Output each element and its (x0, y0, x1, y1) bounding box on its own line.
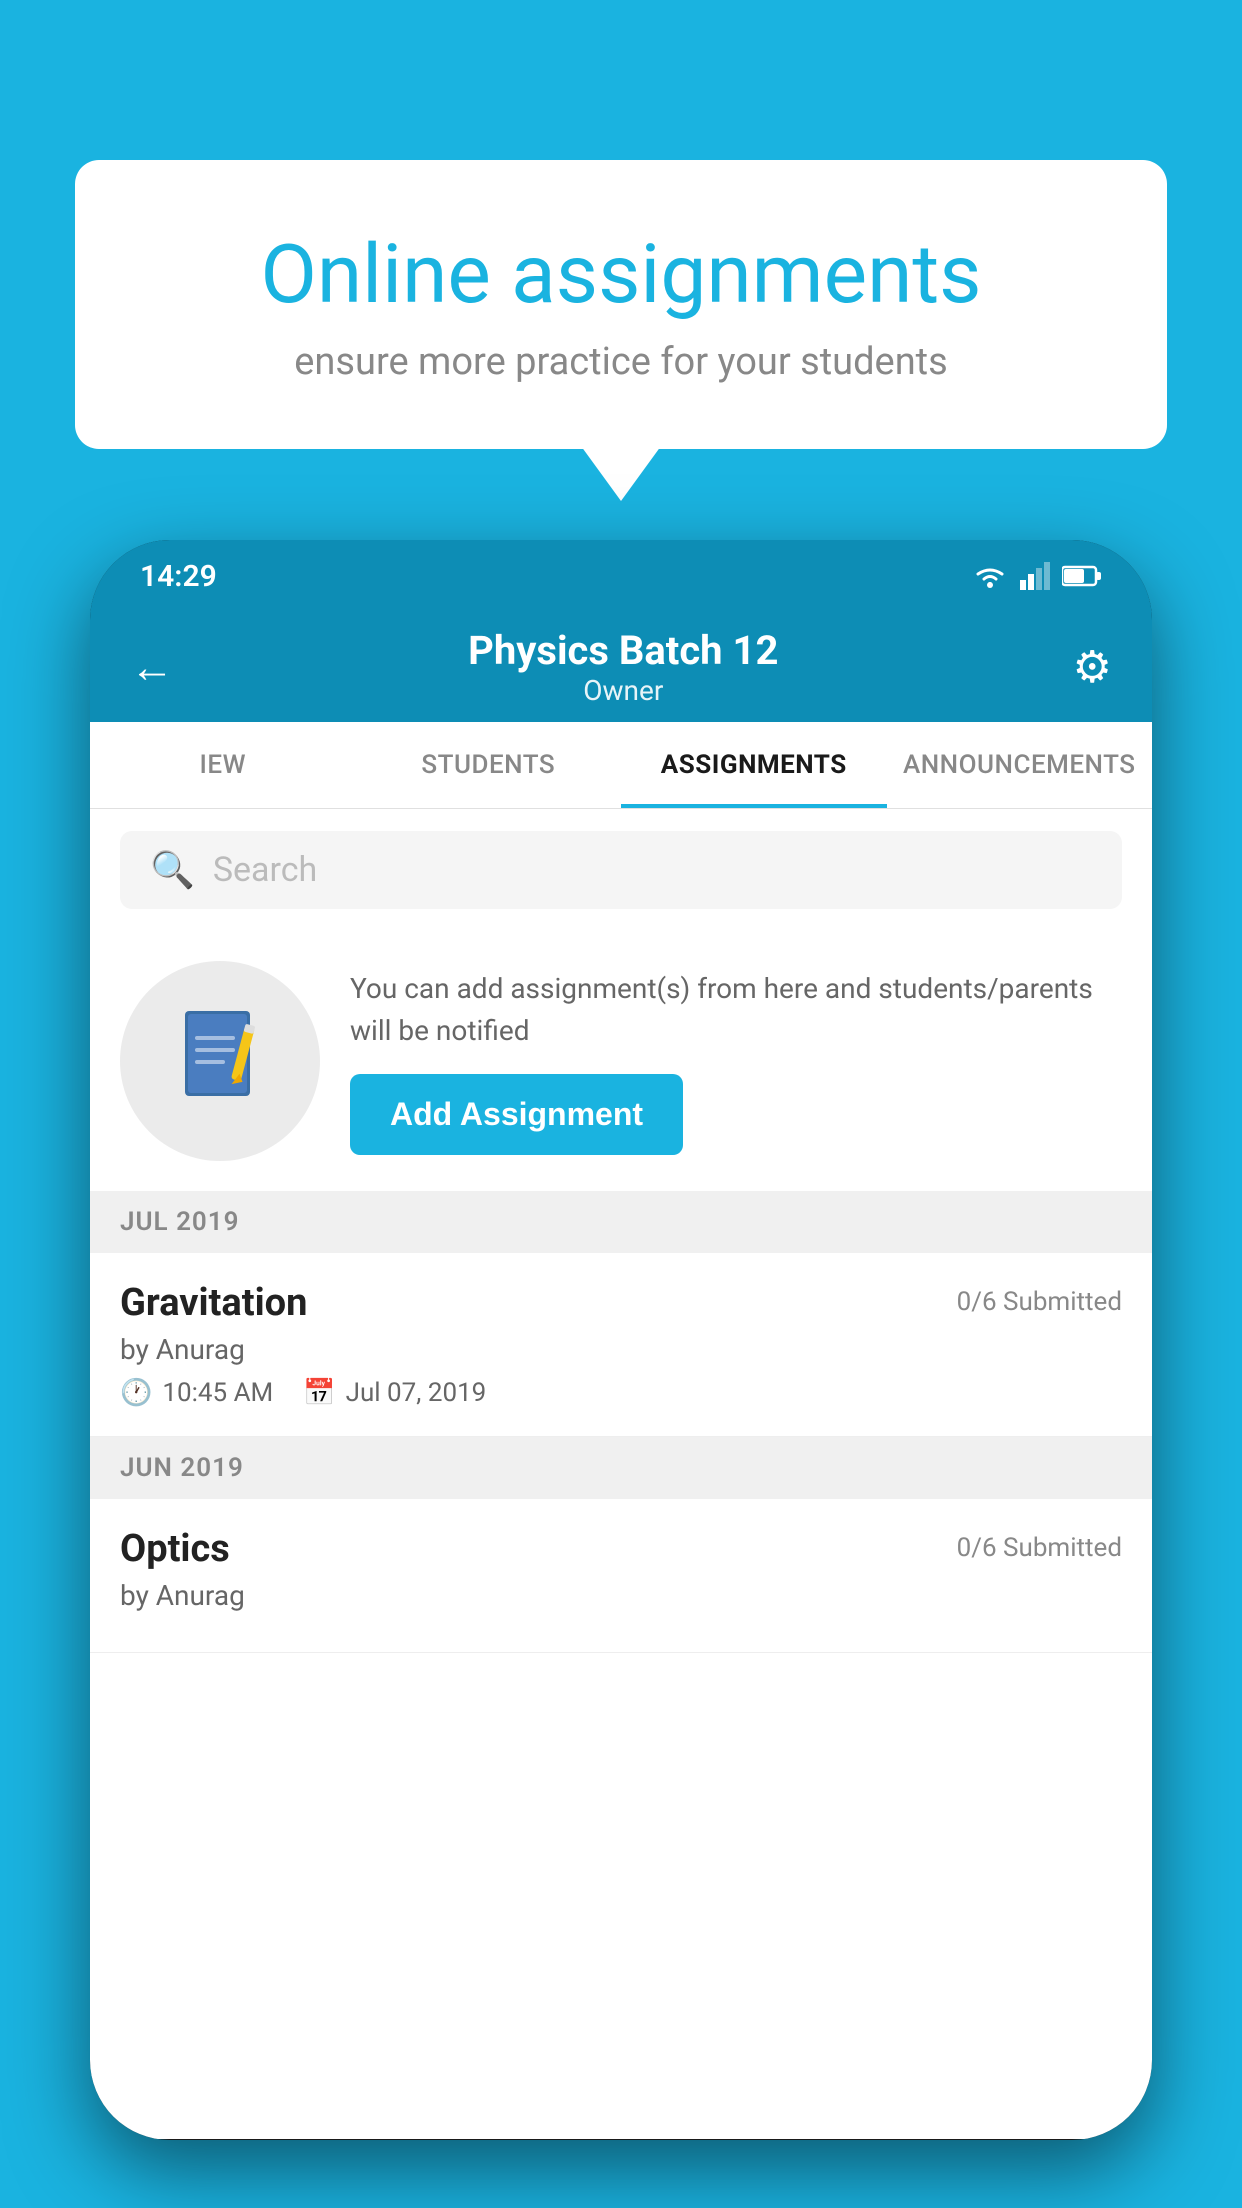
tab-students[interactable]: STUDENTS (356, 722, 622, 808)
tab-announcements[interactable]: ANNOUNCEMENTS (887, 722, 1153, 808)
search-placeholder: Search (213, 850, 317, 890)
tabs-container: IEW STUDENTS ASSIGNMENTS ANNOUNCEMENTS (90, 722, 1152, 809)
signal-icon (1020, 562, 1050, 590)
assignment-header-gravitation: Gravitation 0/6 Submitted (120, 1281, 1122, 1325)
month-header-jun: JUN 2019 (90, 1437, 1152, 1499)
phone-device: 14:29 (90, 540, 1152, 2140)
promo-section: You can add assignment(s) from here and … (90, 931, 1152, 1191)
notebook-icon (170, 1006, 270, 1116)
search-bar-container: 🔍 Search (90, 809, 1152, 931)
assignment-date-gravitation: 📅 Jul 07, 2019 (303, 1378, 486, 1408)
speech-bubble-subtitle: ensure more practice for your students (135, 340, 1107, 384)
settings-button[interactable]: ⚙ (1073, 641, 1112, 693)
add-assignment-button[interactable]: Add Assignment (350, 1074, 683, 1155)
status-bar: 14:29 (90, 540, 1152, 612)
header-subtitle: Owner (468, 674, 778, 707)
wifi-icon (972, 562, 1008, 590)
assignment-name-gravitation: Gravitation (120, 1281, 307, 1325)
clock-icon: 🕐 (120, 1378, 152, 1408)
month-header-jul: JUL 2019 (90, 1191, 1152, 1253)
speech-bubble: Online assignments ensure more practice … (75, 160, 1167, 449)
month-label-jun: JUN 2019 (120, 1453, 244, 1483)
promo-description: You can add assignment(s) from here and … (350, 968, 1122, 1052)
status-icons (972, 562, 1102, 590)
header-title: Physics Batch 12 (468, 627, 778, 674)
tab-assignments[interactable]: ASSIGNMENTS (621, 722, 887, 808)
assignment-meta-gravitation: 🕐 10:45 AM 📅 Jul 07, 2019 (120, 1378, 1122, 1408)
assignment-submitted-optics: 0/6 Submitted (957, 1533, 1122, 1563)
search-icon: 🔍 (150, 849, 195, 891)
assignment-submitted-gravitation: 0/6 Submitted (957, 1287, 1122, 1317)
speech-bubble-title: Online assignments (135, 230, 1107, 320)
promo-text-area: You can add assignment(s) from here and … (350, 968, 1122, 1155)
search-bar[interactable]: 🔍 Search (120, 831, 1122, 909)
promo-icon-circle (120, 961, 320, 1161)
assignment-time-gravitation: 🕐 10:45 AM (120, 1378, 273, 1408)
battery-icon (1062, 565, 1102, 587)
assignment-name-optics: Optics (120, 1527, 230, 1571)
assignment-item-gravitation[interactable]: Gravitation 0/6 Submitted by Anurag 🕐 10… (90, 1253, 1152, 1437)
assignment-item-optics[interactable]: Optics 0/6 Submitted by Anurag (90, 1499, 1152, 1653)
assignment-author-optics: by Anurag (120, 1579, 1122, 1612)
month-label-jul: JUL 2019 (120, 1207, 240, 1237)
phone-wrapper: 14:29 (90, 540, 1152, 2208)
assignment-header-optics: Optics 0/6 Submitted (120, 1527, 1122, 1571)
back-button[interactable]: ← (130, 641, 174, 693)
phone-content: 🔍 Search (90, 809, 1152, 2139)
header-title-area: Physics Batch 12 Owner (468, 627, 778, 707)
speech-bubble-container: Online assignments ensure more practice … (75, 160, 1167, 449)
calendar-icon: 📅 (303, 1378, 335, 1408)
tab-iew[interactable]: IEW (90, 722, 356, 808)
app-header: ← Physics Batch 12 Owner ⚙ (90, 612, 1152, 722)
assignment-author-gravitation: by Anurag (120, 1333, 1122, 1366)
status-time: 14:29 (140, 559, 217, 594)
